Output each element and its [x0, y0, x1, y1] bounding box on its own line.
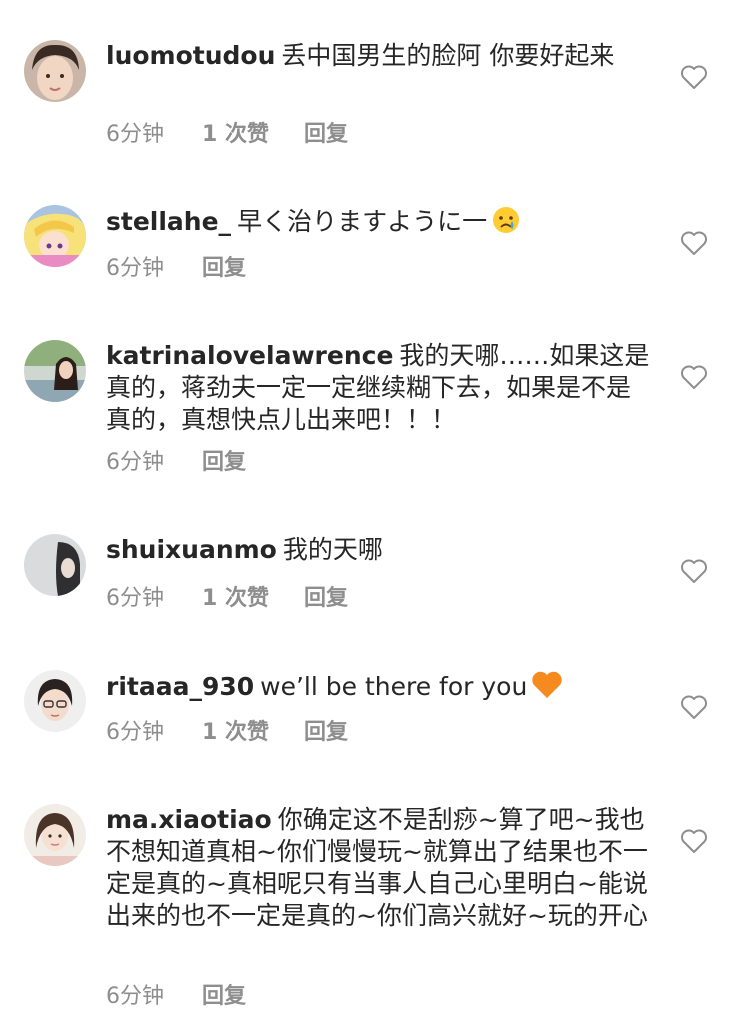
comment-likes[interactable]: 1 次赞 [202, 585, 304, 613]
comment-text: luomotudou 丢中国男生的脸阿 你要好起来 [106, 40, 651, 72]
avatar-image [24, 40, 86, 102]
avatar-image [24, 804, 86, 866]
reply-button[interactable]: 回复 [304, 121, 348, 149]
avatar[interactable] [24, 40, 86, 102]
comment-meta: 6分钟 回复 [106, 449, 246, 477]
orange-heart-icon [532, 671, 563, 698]
comment-likes[interactable]: 1 次赞 [202, 121, 304, 149]
comment-username[interactable]: ritaaa_930 [106, 672, 254, 701]
heart-outline-icon[interactable] [680, 558, 708, 584]
avatar[interactable] [24, 804, 86, 866]
comment-time: 6分钟 [106, 450, 164, 475]
comment-body: 早く治りますように一 [237, 207, 488, 236]
avatar-image [24, 670, 86, 732]
comment-text: stellahe_ 早く治りますように一 [106, 205, 651, 238]
comment-username[interactable]: luomotudou [106, 41, 275, 70]
reply-button[interactable]: 回复 [304, 585, 348, 613]
avatar[interactable] [24, 205, 86, 267]
comment-meta: 6分钟 1 次赞 回复 [106, 585, 348, 613]
heart-outline-icon[interactable] [680, 364, 708, 390]
comment-meta: 6分钟 1 次赞 回复 [106, 121, 348, 149]
comment-username[interactable]: katrinalovelawrence [106, 341, 393, 370]
comment-time: 6分钟 [106, 256, 164, 281]
comment-meta: 6分钟 1 次赞 回复 [106, 719, 348, 747]
reply-button[interactable]: 回复 [304, 719, 348, 747]
reply-button[interactable]: 回复 [202, 983, 246, 1011]
reply-button[interactable]: 回复 [202, 255, 246, 283]
comment-text: katrinalovelawrence 我的天哪……如果这是真的，蒋劲夫一定一定继… [106, 340, 651, 436]
comment-text: shuixuanmo 我的天哪 [106, 534, 651, 566]
avatar[interactable] [24, 670, 86, 732]
comment-time: 6分钟 [106, 122, 164, 147]
comment-meta: 6分钟 回复 [106, 255, 246, 283]
heart-outline-icon[interactable] [680, 64, 708, 90]
avatar-image [24, 340, 86, 402]
comment-username[interactable]: shuixuanmo [106, 535, 277, 564]
comment-time: 6分钟 [106, 720, 164, 745]
comment-body: 丢中国男生的脸阿 你要好起来 [281, 41, 615, 70]
heart-outline-icon[interactable] [680, 828, 708, 854]
comment-username[interactable]: stellahe_ [106, 207, 231, 236]
avatar-image [24, 205, 86, 267]
comment-meta: 6分钟 回复 [106, 983, 246, 1011]
crying-face-icon [493, 207, 520, 233]
comment-text: ritaaa_930 we’ll be there for you [106, 670, 651, 703]
heart-outline-icon[interactable] [680, 694, 708, 720]
reply-button[interactable]: 回复 [202, 449, 246, 477]
avatar-image [24, 534, 86, 596]
comment-text: ma.xiaotiao 你确定这不是刮痧~算了吧~我也不想知道真相~你们慢慢玩~就… [106, 804, 651, 932]
comment-body: 我的天哪 [282, 535, 383, 564]
avatar[interactable] [24, 340, 86, 402]
comment-username[interactable]: ma.xiaotiao [106, 805, 272, 834]
comment-time: 6分钟 [106, 984, 164, 1009]
comment-likes[interactable]: 1 次赞 [202, 719, 304, 747]
heart-outline-icon[interactable] [680, 230, 708, 256]
avatar[interactable] [24, 534, 86, 596]
comment-body: we’ll be there for you [260, 672, 528, 701]
comment-time: 6分钟 [106, 586, 164, 611]
